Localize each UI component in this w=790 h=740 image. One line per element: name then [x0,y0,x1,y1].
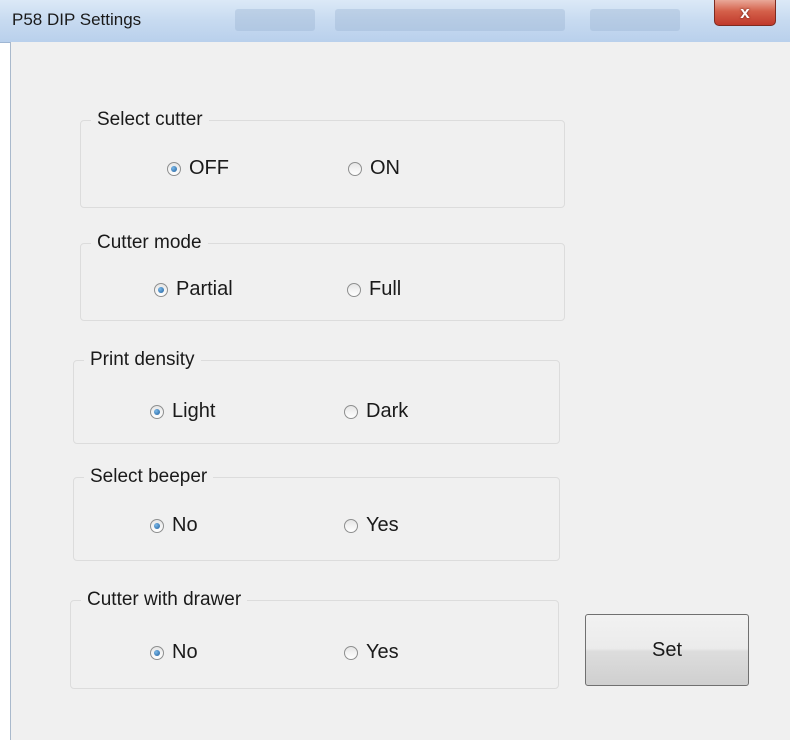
radio-mode-partial[interactable]: Partial [154,278,233,301]
print-density-group: Print density Light Dark [73,349,560,444]
radio-cutter-off[interactable]: OFF [167,157,229,180]
title-bar: P58 DIP Settings x [0,0,790,43]
radio-beeper-yes[interactable]: Yes [344,514,399,537]
radio-unchecked-icon [344,404,358,419]
radio-label: Yes [366,514,399,536]
radio-label: OFF [189,157,229,179]
radio-label: Dark [366,400,409,422]
radio-drawer-no[interactable]: No [150,641,198,664]
radio-checked-icon [150,518,164,533]
radio-label: Partial [176,278,233,300]
dialog-body: Select cutter OFF ON Cutter mode Partial… [10,42,790,740]
group-label: Print density [84,349,201,371]
select-beeper-group: Select beeper No Yes [73,466,560,561]
radio-unchecked-icon [344,518,358,533]
radio-label: No [172,641,198,663]
select-cutter-group: Select cutter OFF ON [80,109,565,208]
radio-label: Light [172,400,216,422]
radio-unchecked-icon [347,282,361,297]
radio-mode-full[interactable]: Full [347,278,401,301]
radio-checked-icon [167,161,181,176]
radio-label: Full [369,278,402,300]
group-label: Select cutter [91,109,209,131]
background-window-ghost [235,9,315,31]
group-label: Select beeper [84,466,214,488]
radio-label: No [172,514,198,536]
radio-beeper-no[interactable]: No [150,514,198,537]
close-icon: x [740,2,750,22]
radio-checked-icon [154,282,168,297]
radio-unchecked-icon [344,645,358,660]
set-button[interactable]: Set [585,614,749,686]
radio-label: Yes [366,641,399,663]
close-button[interactable]: x [714,0,776,26]
cutter-mode-group: Cutter mode Partial Full [80,232,565,321]
radio-checked-icon [150,645,164,660]
background-window-ghost [590,9,680,31]
radio-drawer-yes[interactable]: Yes [344,641,399,664]
cutter-with-drawer-group: Cutter with drawer No Yes [70,589,559,689]
group-label: Cutter mode [91,232,208,254]
radio-density-dark[interactable]: Dark [344,400,408,423]
radio-cutter-on[interactable]: ON [348,157,400,180]
radio-checked-icon [150,404,164,419]
radio-label: ON [370,157,400,179]
radio-density-light[interactable]: Light [150,400,215,423]
window-title: P58 DIP Settings [12,10,142,29]
background-window-ghost [335,9,565,31]
radio-unchecked-icon [348,161,362,176]
group-label: Cutter with drawer [81,589,248,611]
